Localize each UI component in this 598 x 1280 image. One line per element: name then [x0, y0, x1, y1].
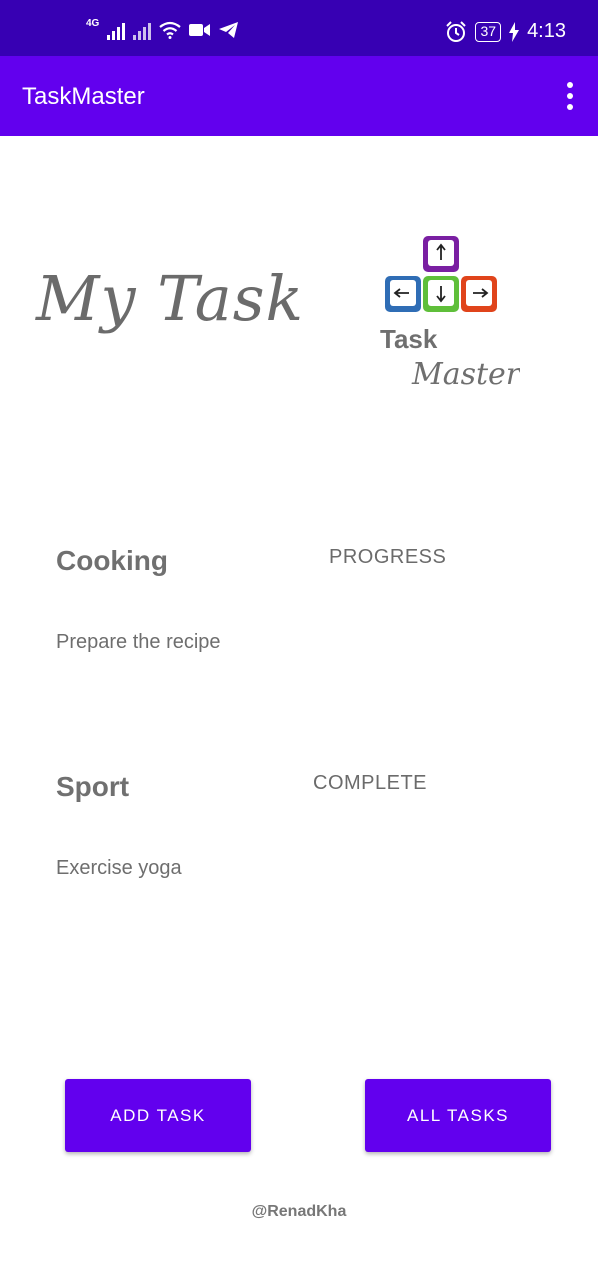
- status-time: 4:13: [527, 20, 566, 42]
- task-body: Prepare the recipe: [56, 631, 221, 653]
- status-bar: 4G 37 4:13: [0, 0, 598, 56]
- footer-username: @RenadKha: [251, 1203, 347, 1220]
- logo-line2: Master: [411, 357, 520, 392]
- signal-2-icon: [133, 20, 152, 40]
- status-left-icons: 4G: [86, 17, 239, 40]
- all-tasks-button[interactable]: ALL TASKS: [365, 1079, 551, 1152]
- battery-level: 37: [480, 22, 497, 39]
- video-icon: [189, 24, 211, 36]
- right-arrow-icon: [461, 276, 497, 312]
- down-arrow-icon: [423, 276, 459, 312]
- task-title: Sport: [56, 771, 130, 802]
- app-bar: TaskMaster: [0, 56, 598, 136]
- page-heading: My Task: [36, 262, 305, 335]
- battery-icon: 37: [475, 21, 502, 42]
- add-task-button[interactable]: ADD TASK: [65, 1079, 251, 1152]
- task-status: PROGRESS: [329, 546, 447, 568]
- task-body: Exercise yoga: [56, 857, 182, 879]
- task-status: COMPLETE: [313, 772, 428, 794]
- app-title: TaskMaster: [22, 83, 145, 110]
- task-title: Cooking: [56, 545, 168, 576]
- alarm-icon: [446, 20, 467, 42]
- left-arrow-icon: [385, 276, 421, 312]
- logo-line1: Task: [380, 324, 438, 354]
- status-right-icons: 37 4:13: [445, 20, 566, 43]
- wifi-icon: [159, 21, 182, 39]
- charging-icon: [509, 21, 520, 42]
- telegram-icon: [219, 22, 239, 38]
- network-type-label: 4G: [86, 17, 100, 29]
- taskmaster-logo: Task Master: [380, 232, 522, 392]
- signal-icon: [107, 20, 126, 40]
- up-arrow-icon: [423, 236, 459, 272]
- more-vert-icon[interactable]: [564, 82, 576, 110]
